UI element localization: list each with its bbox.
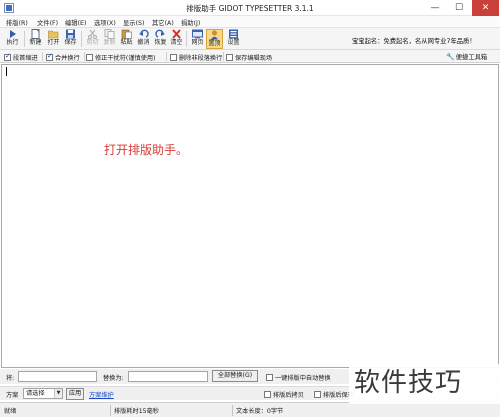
status-divider <box>232 405 233 416</box>
cut-icon <box>88 29 97 39</box>
checkbox[interactable] <box>4 52 11 61</box>
paste-button[interactable]: 粘贴 <box>118 29 135 49</box>
undo-icon <box>139 29 149 38</box>
replace-label: 替换为: <box>103 375 124 382</box>
toolbar-divider <box>186 31 187 47</box>
pin-top-icon <box>211 30 218 40</box>
quick-tools-button[interactable]: 🔧便捷工具箱 <box>446 52 487 61</box>
option-indent[interactable]: 段首缩进 <box>4 52 38 62</box>
checkbox[interactable] <box>86 54 93 61</box>
scheme-select[interactable]: 请选择 ▼ <box>23 388 63 399</box>
wrench-icon: 🔧 <box>446 53 455 61</box>
paste-icon <box>121 29 132 39</box>
pin-top-button[interactable]: 置顶 <box>206 29 223 49</box>
chevron-down-icon: ▼ <box>54 389 62 398</box>
toolbar: 执行 新建 打开 保存 剪切 复制 粘贴 撤消 恢复 清空 网页 置顶 设置 宝… <box>0 28 500 50</box>
clear-button[interactable]: 清空 <box>168 29 185 49</box>
scheme-label: 方案 <box>6 392 19 399</box>
undo-button[interactable]: 撤消 <box>135 29 152 49</box>
new-button[interactable]: 新建 <box>27 29 44 49</box>
webpage-icon <box>192 29 203 39</box>
status-divider <box>110 405 111 416</box>
watermark: 软件技巧 <box>349 364 500 404</box>
redo-icon <box>155 29 165 38</box>
webpage-button[interactable]: 网页 <box>189 29 206 49</box>
options-divider <box>166 52 167 61</box>
play-icon <box>10 30 16 38</box>
checkbox[interactable] <box>264 391 271 398</box>
checkbox[interactable] <box>314 391 321 398</box>
text-editor[interactable]: 打开排版助手。 <box>1 64 499 368</box>
ad-slogan[interactable]: 宝宝起名：免费起名，名从网专业7年品质！ <box>352 36 476 45</box>
save-icon <box>66 29 75 39</box>
status-text-length: 文本长度：0字节 <box>236 408 284 415</box>
status-state: 就绪 <box>4 408 17 415</box>
checkbox[interactable] <box>266 374 273 381</box>
status-duration: 排版耗时15毫秒 <box>114 408 159 415</box>
save-after-layout-option[interactable]: 排版后保存 <box>314 390 354 399</box>
menu-other[interactable]: 其它(A) <box>152 18 174 27</box>
option-save-session[interactable]: 保存编辑现场 <box>226 53 272 62</box>
menu-file[interactable]: 文件(F) <box>37 18 58 27</box>
menu-bar: 排版(R) 文件(F) 编辑(E) 选项(X) 显示(S) 其它(A) 捐助(J… <box>0 16 500 28</box>
options-divider <box>223 52 224 61</box>
menu-edit[interactable]: 编辑(E) <box>65 18 87 27</box>
option-merge-lines[interactable]: 合并换行 <box>46 52 80 62</box>
maximize-button[interactable]: ☐ <box>448 0 470 16</box>
save-button[interactable]: 保存 <box>62 29 79 49</box>
options-divider <box>42 52 43 61</box>
open-folder-icon <box>48 30 59 39</box>
copy-after-layout-option[interactable]: 排版后拷贝 <box>264 390 304 399</box>
settings-button[interactable]: 设置 <box>225 29 242 49</box>
find-input[interactable] <box>18 371 97 382</box>
menu-donate[interactable]: 捐助(J) <box>181 18 200 27</box>
auto-replace-option[interactable]: 一键排版中自动替换 <box>266 373 331 382</box>
option-delete-breaks[interactable]: 删除非段落换行 <box>170 53 222 62</box>
execute-button[interactable]: 执行 <box>4 29 21 49</box>
checkbox[interactable] <box>170 54 177 61</box>
replace-all-button[interactable]: 全部替换(G) <box>212 370 258 382</box>
checkbox[interactable] <box>46 52 53 61</box>
options-divider <box>84 52 85 61</box>
menu-display[interactable]: 显示(S) <box>123 18 145 27</box>
toolbar-divider <box>24 31 25 47</box>
find-label: 将: <box>6 375 15 382</box>
replace-input[interactable] <box>128 371 208 382</box>
minimize-button[interactable]: — <box>424 0 446 16</box>
settings-icon <box>229 29 238 39</box>
new-file-icon <box>31 29 40 39</box>
cut-button[interactable]: 剪切 <box>84 29 101 49</box>
menu-layout[interactable]: 排版(R) <box>6 18 28 27</box>
text-caret <box>6 67 7 76</box>
apply-button[interactable]: 应用 <box>66 388 84 400</box>
close-button[interactable]: ✕ <box>472 0 499 16</box>
toolbar-divider <box>81 31 82 47</box>
copy-button[interactable]: 复制 <box>101 29 118 49</box>
scheme-maintain-link[interactable]: 方案维护 <box>89 390 114 399</box>
clear-icon <box>172 29 181 39</box>
editor-message: 打开排版助手。 <box>104 143 189 157</box>
status-bar: 就绪 排版耗时15毫秒 文本长度：0字节 <box>0 402 500 417</box>
option-fix-interference[interactable]: 修正干扰符(谨慎使用) <box>86 53 156 62</box>
open-button[interactable]: 打开 <box>45 29 62 49</box>
copy-icon <box>104 29 115 39</box>
redo-button[interactable]: 恢复 <box>152 29 169 49</box>
options-bar: 段首缩进 合并换行 修正干扰符(谨慎使用) 删除非段落换行 保存编辑现场 🔧便捷… <box>0 50 500 63</box>
checkbox[interactable] <box>226 54 233 61</box>
menu-options[interactable]: 选项(X) <box>94 18 116 27</box>
title-bar: 排版助手 GIDOT TYPESETTER 3.1.1 — ☐ ✕ <box>0 0 500 16</box>
